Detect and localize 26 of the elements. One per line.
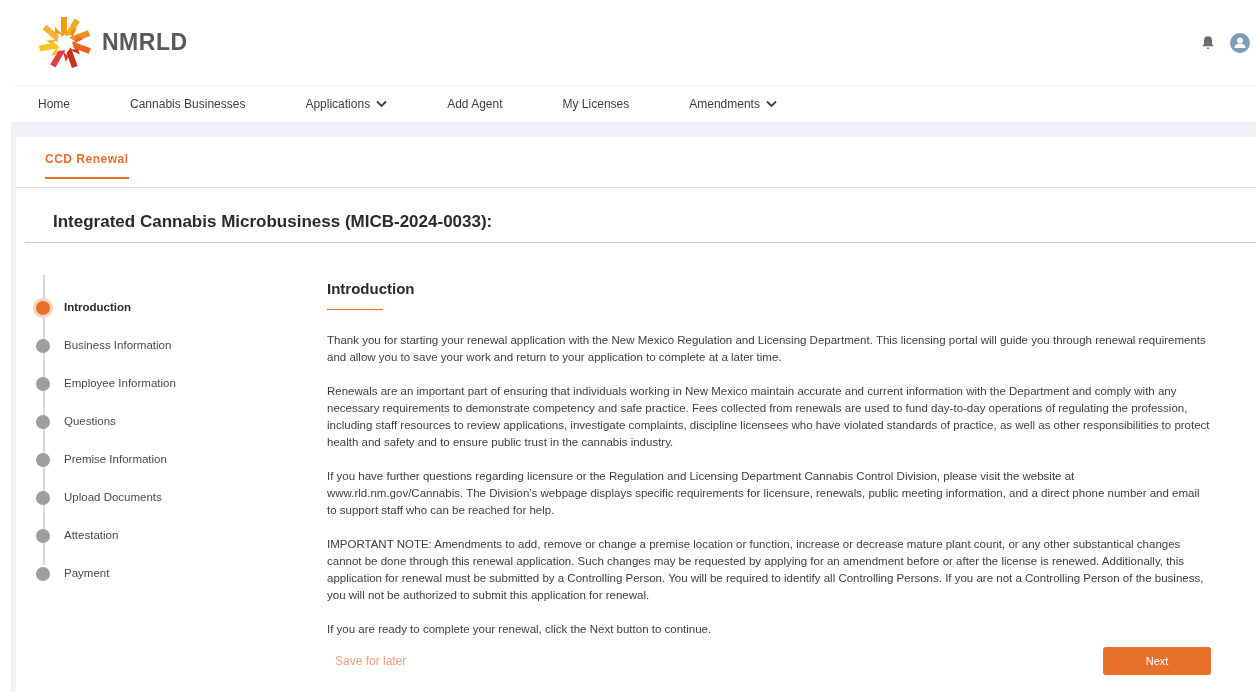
section-heading: Introduction [327, 279, 415, 299]
intro-paragraph: IMPORTANT NOTE: Amendments to add, remove or change a premise location or function, increase or decrease mature plant count, or any other substantical changes cannot be done through this renewal application. Such changes may be requested by applying for an amendment before or after the license is renewed. Additionally, this application for renewal must be submitted by a Controlling Person. You will be required to identify all Controlling Persons. If you are not a Controlling Person of the business, you will not be authorized to submit this application for renewal. [327, 537, 1205, 603]
step-label[interactable]: Attestation [64, 527, 119, 545]
step-label[interactable]: Questions [64, 413, 116, 431]
avatar-icon[interactable] [1230, 32, 1250, 53]
intro-paragraph: Thank you for starting your renewal application with the New Mexico Regulation and Licensing Department. This licensing portal will guide you through renewal requirements and allow you to save your work and return to your application to complete at a later time. [327, 333, 1207, 365]
nav-link[interactable]: Cannabis Businesses [130, 95, 246, 113]
step-label[interactable]: Business Information [64, 337, 172, 355]
nav-link[interactable]: Home [38, 95, 70, 113]
nav-link[interactable]: Amendments [689, 95, 777, 113]
intro-paragraph: Renewals are an important part of ensuring that individuals working in New Mexico maintain accurate and current information with the Department and comply with any necessary requirements to demonstrate competency and safe practice. Fees collected from renewals are used to fund day-to-day operations of regulating the profession, including staff resources to review applications, investigate complaints, discipline licensees who have violated standards of practice, as well as other responsibilities to protect health and safety and to ensure public trust in the cannabis industry. [327, 384, 1211, 450]
nav-link[interactable]: My Licenses [562, 95, 630, 113]
chevron-down-icon [765, 100, 777, 108]
step-label[interactable]: Introduction [64, 299, 132, 317]
page-title: Integrated Cannabis Microbusiness (MICB-2024-0033): [53, 211, 493, 234]
step-label[interactable]: Upload Documents [64, 489, 162, 507]
step-label[interactable]: Premise Information [64, 451, 167, 469]
logo-text[interactable]: NMRLD [102, 25, 188, 60]
notification-bell-icon[interactable] [1200, 34, 1216, 51]
intro-paragraph: If you are ready to complete your renewal, click the Next button to continue. [327, 622, 713, 637]
step-label[interactable]: Employee Information [64, 375, 176, 393]
step-label[interactable]: Payment [64, 565, 110, 583]
nav-link[interactable]: Applications [305, 95, 388, 113]
nav-link[interactable]: Add Agent [447, 95, 503, 113]
intro-paragraph: If you have further questions regarding licensure or the Regulation and Licensing Department Cannabis Control Division, please visit the website at www.rld.nm.gov/Cannabis. The Division's webpage displays specific requirements for licensure, renewals, public meeting information, and a direct phone number and email to support staff who can be reached for help. [327, 469, 1201, 518]
chevron-down-icon [376, 100, 388, 108]
